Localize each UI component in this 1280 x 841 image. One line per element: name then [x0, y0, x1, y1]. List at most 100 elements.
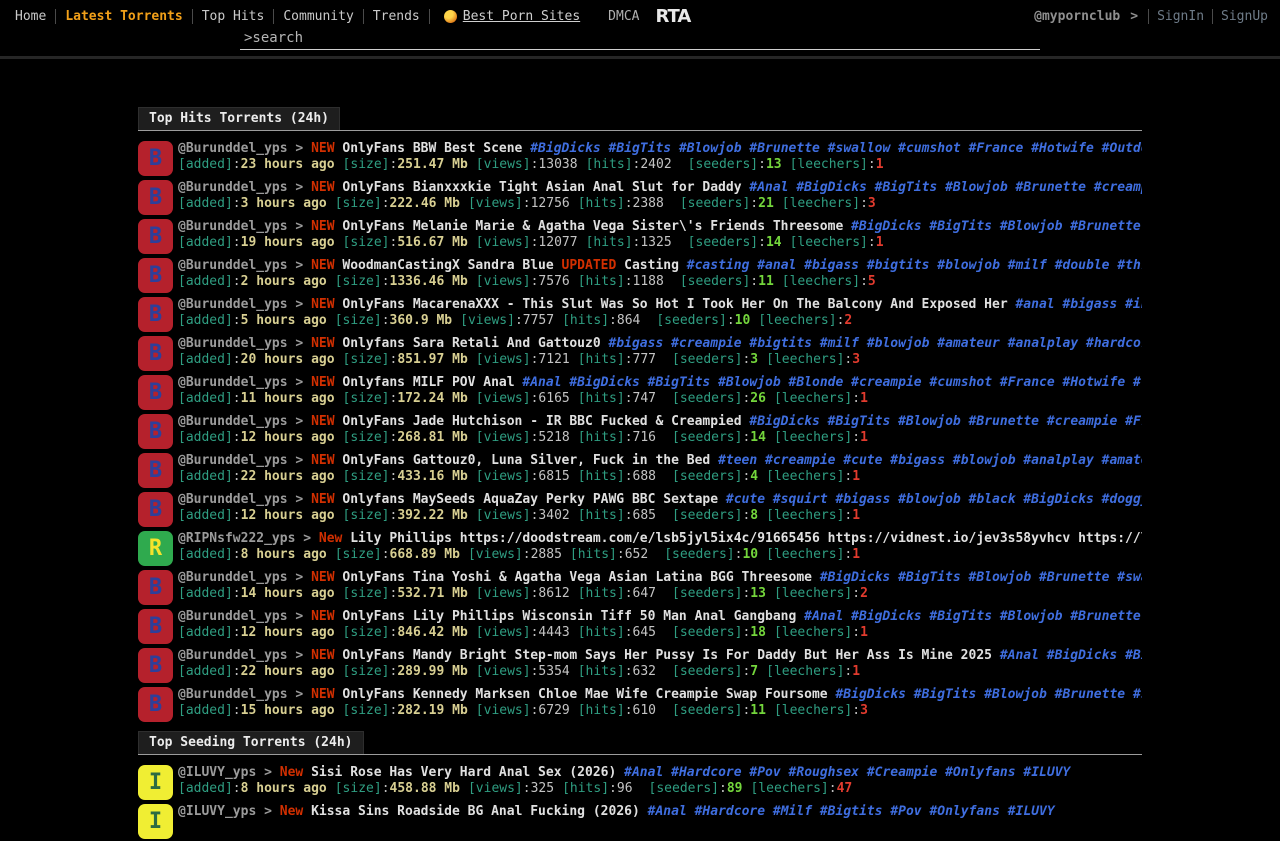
- hashtag-link[interactable]: #threesome…: [1117, 258, 1142, 273]
- torrent-title[interactable]: OnlyFans Tina Yoshi & Agatha Vega Asian …: [342, 570, 812, 585]
- hashtag-link[interactable]: #Brunette: [749, 141, 819, 156]
- hashtag-link[interactable]: #cute: [726, 492, 765, 507]
- user-avatar[interactable]: B: [138, 141, 173, 176]
- torrent-title[interactable]: OnlyFans Melanie Marie & Agatha Vega Sis…: [342, 219, 843, 234]
- hashtag-link[interactable]: #Onlyfans: [929, 804, 999, 819]
- username-link[interactable]: @Burunddel_yps: [178, 687, 288, 702]
- hashtag-link[interactable]: #Blowjob: [1000, 609, 1063, 624]
- hashtag-link[interactable]: #BigDicks: [1023, 492, 1093, 507]
- hashtag-link[interactable]: #blowjob: [898, 492, 961, 507]
- signin-link[interactable]: SignIn: [1157, 9, 1204, 24]
- hashtag-link[interactable]: #BigDicks: [569, 375, 639, 390]
- hashtag-link[interactable]: #BigTits: [929, 219, 992, 234]
- user-avatar[interactable]: R: [138, 531, 173, 566]
- hashtag-link[interactable]: #analplay: [1023, 453, 1093, 468]
- user-avatar[interactable]: B: [138, 180, 173, 215]
- username-link[interactable]: @Burunddel_yps: [178, 492, 288, 507]
- user-avatar[interactable]: B: [138, 687, 173, 722]
- hashtag-link[interactable]: #Blowjob: [945, 180, 1008, 195]
- hashtag-link[interactable]: #creampie: [851, 375, 921, 390]
- hashtag-link[interactable]: #Anal: [648, 804, 687, 819]
- torrent-title[interactable]: Onlyfans MaySeeds AquaZay Perky PAWG BBC…: [342, 492, 718, 507]
- hashtag-link[interactable]: #Blowjob: [984, 687, 1047, 702]
- torrent-title[interactable]: OnlyFans MacarenaXXX - This Slut Was So …: [342, 297, 1007, 312]
- hashtag-link[interactable]: #creampie: [1047, 414, 1117, 429]
- hashtag-link[interactable]: #blowjob: [953, 453, 1016, 468]
- hashtag-link[interactable]: #Anal: [522, 375, 561, 390]
- hashtag-link[interactable]: #interrac…: [1125, 297, 1142, 312]
- hashtag-link[interactable]: #cumshot: [898, 141, 961, 156]
- user-avatar[interactable]: B: [138, 414, 173, 449]
- username-link[interactable]: @ILUVY_yps: [178, 765, 256, 780]
- hashtag-link[interactable]: #bigass: [890, 453, 945, 468]
- hashtag-link[interactable]: #cute: [843, 453, 882, 468]
- user-avatar[interactable]: B: [138, 258, 173, 293]
- hashtag-link[interactable]: #lingeri…: [1133, 375, 1142, 390]
- hashtag-link[interactable]: #Brunette: [969, 414, 1039, 429]
- hashtag-link[interactable]: #Anal: [749, 180, 788, 195]
- hashtag-link[interactable]: #Anal: [624, 765, 663, 780]
- user-avatar[interactable]: B: [138, 336, 173, 371]
- nav-item-home[interactable]: Home: [6, 9, 55, 24]
- hashtag-link[interactable]: #France: [1125, 414, 1142, 429]
- hashtag-link[interactable]: #swallow…: [1133, 687, 1142, 702]
- username-link[interactable]: @Burunddel_yps: [178, 180, 288, 195]
- hashtag-link[interactable]: #analplay: [1008, 336, 1078, 351]
- hashtag-link[interactable]: #BigTits: [898, 570, 961, 585]
- user-avatar[interactable]: B: [138, 375, 173, 410]
- hashtag-link[interactable]: #bigass: [804, 258, 859, 273]
- site-brand[interactable]: @mypornclub: [1034, 9, 1120, 24]
- dmca-link[interactable]: DMCA: [608, 9, 639, 24]
- hashtag-link[interactable]: #BigTits: [609, 141, 672, 156]
- hashtag-link[interactable]: #cumshot: [929, 375, 992, 390]
- hashtag-link[interactable]: #Blonde: [789, 375, 844, 390]
- hashtag-link[interactable]: #BigTits: [648, 375, 711, 390]
- hashtag-link[interactable]: #squirt: [773, 492, 828, 507]
- hashtag-link[interactable]: #teen: [718, 453, 757, 468]
- hashtag-link[interactable]: #Blowjob: [679, 141, 742, 156]
- hashtag-link[interactable]: #amateur: [937, 336, 1000, 351]
- torrent-title[interactable]: Lily Phillips https://doodstream.com/e/l…: [350, 531, 1142, 546]
- hashtag-link[interactable]: #Anal: [1000, 648, 1039, 663]
- hashtag-link[interactable]: #Blowjob: [898, 414, 961, 429]
- hashtag-link[interactable]: #BigDicks: [796, 180, 866, 195]
- hashtag-link[interactable]: #ILUVY: [1023, 765, 1070, 780]
- hashtag-link[interactable]: #BigTits: [875, 180, 938, 195]
- hashtag-link[interactable]: #Brunette: [1016, 180, 1086, 195]
- hashtag-link[interactable]: #Hardcore: [695, 804, 765, 819]
- hashtag-link[interactable]: #casting: [687, 258, 750, 273]
- hashtag-link[interactable]: #Brunette: [1039, 570, 1109, 585]
- nav-item-community[interactable]: Community: [274, 9, 362, 24]
- torrent-title[interactable]: Onlyfans Sara Retali And Gattouz0: [342, 336, 600, 351]
- hashtag-link[interactable]: #swallow: [828, 141, 891, 156]
- search-input[interactable]: [240, 30, 1040, 50]
- hashtag-link[interactable]: #BigDicks: [851, 609, 921, 624]
- hashtag-link[interactable]: #BigDicks: [851, 219, 921, 234]
- username-link[interactable]: @Burunddel_yps: [178, 453, 288, 468]
- hashtag-link[interactable]: #bigtits: [749, 336, 812, 351]
- hashtag-link[interactable]: #Pov: [749, 765, 780, 780]
- hashtag-link[interactable]: #Hotwife: [1031, 141, 1094, 156]
- username-link[interactable]: @Burunddel_yps: [178, 219, 288, 234]
- torrent-title[interactable]: OnlyFans Gattouz0, Luna Silver, Fuck in …: [342, 453, 710, 468]
- torrent-title[interactable]: OnlyFans Mandy Bright Step-mom Says Her …: [342, 648, 992, 663]
- torrent-title[interactable]: OnlyFans Jade Hutchison - IR BBC Fucked …: [342, 414, 741, 429]
- hashtag-link[interactable]: #bigass: [835, 492, 890, 507]
- hashtag-link[interactable]: #milf: [1008, 258, 1047, 273]
- hashtag-link[interactable]: #France: [969, 141, 1024, 156]
- torrent-title[interactable]: Sisi Rose Has Very Hard Anal Sex (2026): [311, 765, 616, 780]
- hashtag-link[interactable]: #BigDicks: [1047, 648, 1117, 663]
- hashtag-link[interactable]: #BigTits: [929, 609, 992, 624]
- signup-link[interactable]: SignUp: [1221, 9, 1268, 24]
- hashtag-link[interactable]: #ILUVY: [1008, 804, 1055, 819]
- hashtag-link[interactable]: #Brunette: [1070, 609, 1140, 624]
- hashtag-link[interactable]: #BigDicks: [749, 414, 819, 429]
- user-avatar[interactable]: I: [138, 804, 173, 839]
- user-avatar[interactable]: B: [138, 648, 173, 683]
- torrent-title[interactable]: Casting: [624, 258, 679, 273]
- hashtag-link[interactable]: #anal: [757, 258, 796, 273]
- hashtag-link[interactable]: #bigass: [608, 336, 663, 351]
- promo-label[interactable]: Best Porn Sites: [463, 9, 580, 24]
- hashtag-link[interactable]: #Milf: [773, 804, 812, 819]
- hashtag-link[interactable]: #creampie: [765, 453, 835, 468]
